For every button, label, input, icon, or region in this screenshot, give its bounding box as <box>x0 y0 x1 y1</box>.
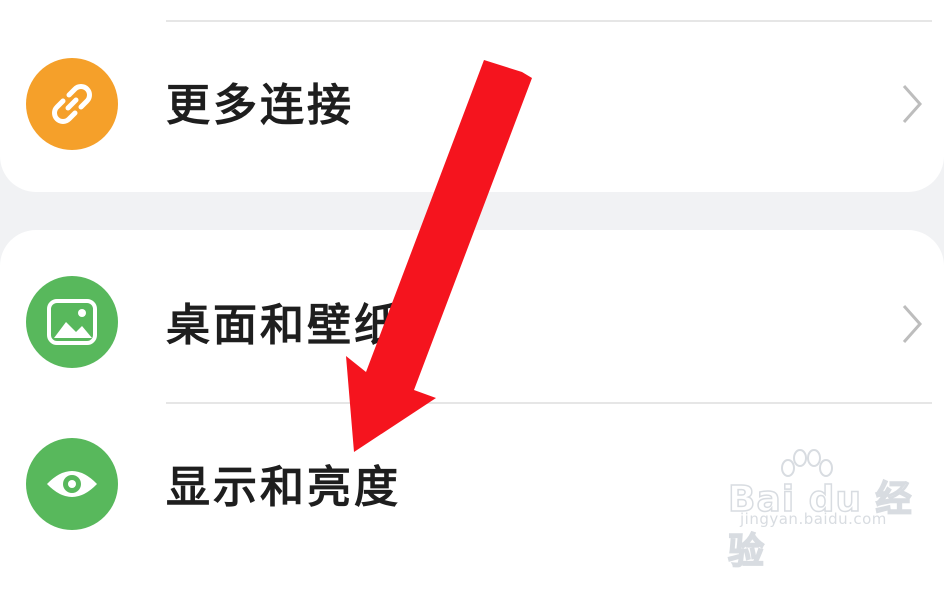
link-icon <box>26 58 118 150</box>
settings-item-label: 显示和亮度 <box>166 462 401 513</box>
chevron-right-icon <box>902 305 923 343</box>
watermark-url: jingyan.baidu.com <box>740 510 887 528</box>
divider <box>166 20 932 22</box>
image-icon <box>26 276 118 368</box>
divider <box>166 402 932 404</box>
chevron-right-icon <box>902 85 923 123</box>
settings-item-label: 更多连接 <box>166 80 354 131</box>
settings-item-desktop-wallpaper[interactable]: 桌面和壁纸 <box>0 276 944 368</box>
watermark: Bai du 经验 jingyan.baidu.com <box>720 448 940 573</box>
eye-icon <box>26 438 118 530</box>
settings-item-more-connections[interactable]: 更多连接 <box>0 58 944 150</box>
settings-item-label: 桌面和壁纸 <box>166 300 401 351</box>
